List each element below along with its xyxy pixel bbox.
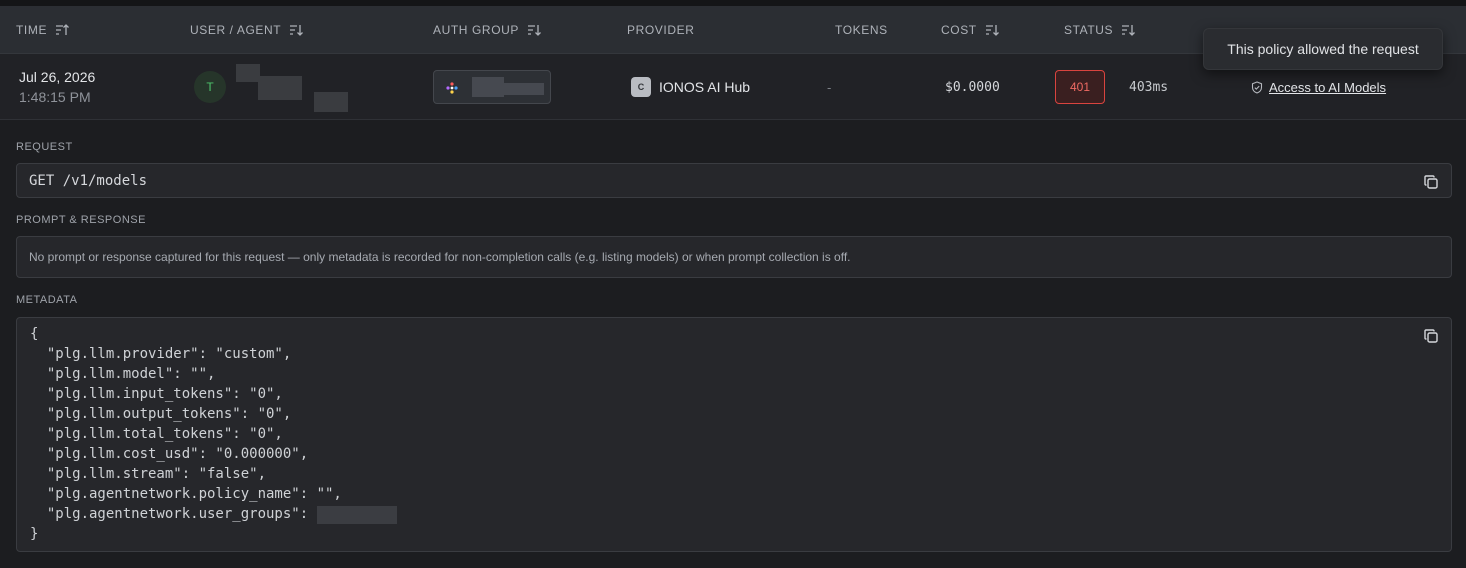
json-line: } bbox=[30, 526, 39, 542]
sort-desc-icon[interactable] bbox=[527, 24, 541, 36]
metadata-json: { "plg.llm.provider": "custom", "plg.llm… bbox=[30, 324, 342, 544]
json-line: "plg.llm.model": "", bbox=[30, 366, 216, 382]
redacted-user bbox=[258, 76, 302, 100]
column-header-status[interactable]: STATUS bbox=[1064, 6, 1136, 54]
column-header-user-agent-label: USER / AGENT bbox=[190, 23, 282, 37]
shield-check-icon bbox=[1251, 80, 1263, 94]
status-badge: 401 bbox=[1055, 70, 1105, 104]
json-line: "plg.llm.provider": "custom", bbox=[30, 346, 292, 362]
row-date: Jul 26, 2026 bbox=[19, 69, 96, 85]
reason-link[interactable]: Access to AI Models bbox=[1269, 80, 1386, 95]
column-header-tokens-label: TOKENS bbox=[835, 23, 888, 37]
column-header-status-label: STATUS bbox=[1064, 23, 1114, 37]
column-header-user-agent[interactable]: USER / AGENT bbox=[190, 6, 304, 54]
json-line: "plg.llm.cost_usd": "0.000000", bbox=[30, 446, 309, 462]
metadata-label: METADATA bbox=[16, 294, 78, 306]
json-line: { bbox=[30, 326, 39, 342]
json-line: "plg.llm.input_tokens": "0", bbox=[30, 386, 283, 402]
avatar: T bbox=[194, 71, 226, 103]
redacted-user bbox=[236, 64, 260, 82]
column-header-provider: PROVIDER bbox=[627, 6, 694, 54]
column-header-auth-group-label: AUTH GROUP bbox=[433, 23, 520, 37]
prompt-message: No prompt or response captured for this … bbox=[29, 250, 851, 264]
request-box: GET /v1/models bbox=[16, 163, 1452, 198]
json-line: "plg.llm.output_tokens": "0", bbox=[30, 406, 292, 422]
column-header-cost[interactable]: COST bbox=[941, 6, 999, 54]
tokens-value: - bbox=[827, 79, 832, 95]
json-line: "plg.agentnetwork.user_groups": bbox=[30, 506, 317, 522]
row-time: 1:48:15 PM bbox=[19, 89, 91, 105]
provider-cell: C IONOS AI Hub bbox=[631, 54, 750, 120]
column-header-time[interactable]: TIME bbox=[16, 6, 70, 54]
sort-asc-icon[interactable] bbox=[55, 24, 70, 36]
redacted-user-groups bbox=[317, 506, 397, 524]
redacted-group bbox=[472, 77, 504, 97]
latency-value: 403ms bbox=[1129, 79, 1169, 95]
column-header-auth-group[interactable]: AUTH GROUP bbox=[433, 6, 541, 54]
sort-desc-icon[interactable] bbox=[985, 24, 999, 36]
provider-icon: C bbox=[631, 77, 651, 97]
column-header-provider-label: PROVIDER bbox=[627, 23, 695, 37]
request-label: REQUEST bbox=[16, 141, 73, 153]
copy-icon[interactable] bbox=[1423, 174, 1441, 192]
provider-name: IONOS AI Hub bbox=[659, 79, 751, 95]
column-header-time-label: TIME bbox=[16, 23, 48, 37]
cost-value: $0.0000 bbox=[945, 79, 1000, 95]
user-agent-cell: T bbox=[194, 54, 226, 120]
auth-group-cell bbox=[433, 54, 551, 120]
auth-group-logo-icon bbox=[446, 81, 458, 99]
auth-group-chip[interactable] bbox=[433, 70, 551, 104]
json-line: "plg.llm.total_tokens": "0", bbox=[30, 426, 283, 442]
metadata-box: { "plg.llm.provider": "custom", "plg.llm… bbox=[16, 317, 1452, 552]
status-cell: 401 bbox=[1055, 54, 1105, 120]
request-value: GET /v1/models bbox=[29, 173, 148, 189]
column-header-tokens: TOKENS bbox=[835, 6, 888, 54]
time-cell: Jul 26, 2026 1:48:15 PM bbox=[19, 54, 95, 120]
column-header-cost-label: COST bbox=[941, 23, 977, 37]
sort-desc-icon[interactable] bbox=[289, 24, 304, 36]
sort-desc-icon[interactable] bbox=[1121, 24, 1136, 36]
json-line: "plg.agentnetwork.policy_name": "", bbox=[30, 486, 342, 502]
copy-icon[interactable] bbox=[1423, 328, 1441, 346]
json-line: "plg.llm.stream": "false", bbox=[30, 466, 267, 482]
redacted-user bbox=[314, 92, 348, 112]
redacted-group bbox=[504, 83, 544, 95]
policy-tooltip: This policy allowed the request bbox=[1203, 28, 1443, 70]
prompt-label: PROMPT & RESPONSE bbox=[16, 214, 146, 226]
prompt-box: No prompt or response captured for this … bbox=[16, 236, 1452, 278]
